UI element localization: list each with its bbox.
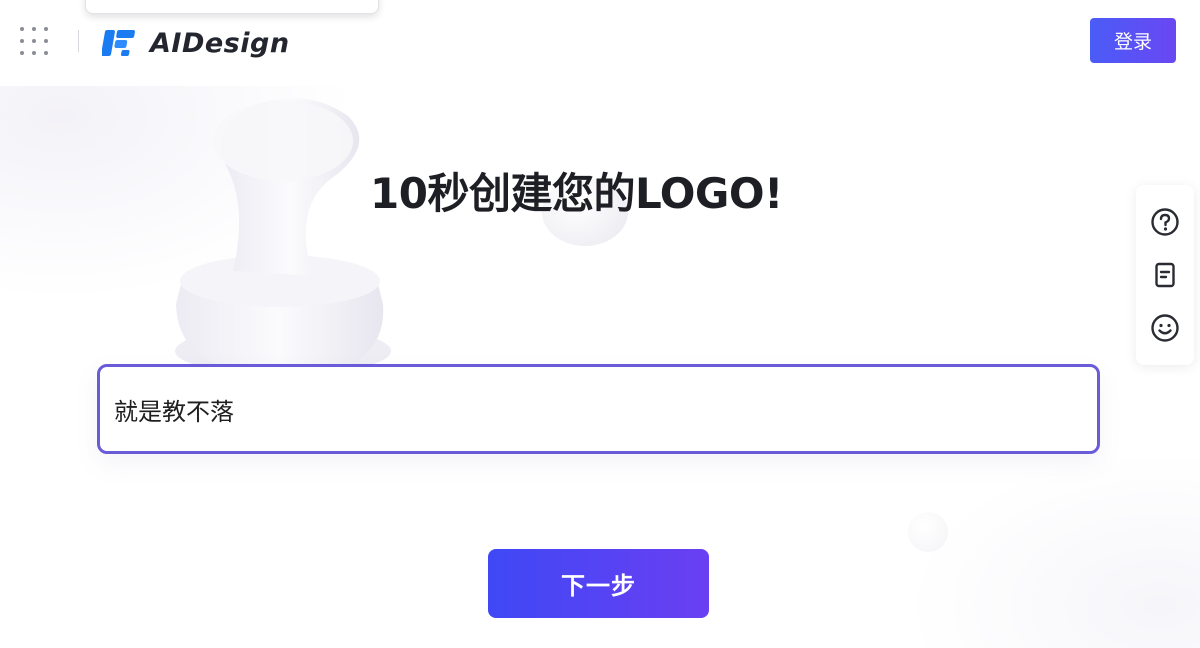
smiley-icon [1151,314,1179,343]
aidesign-logo-icon [102,30,135,56]
customer-service-button[interactable] [1145,308,1185,348]
page-title: 10秒创建您的LOGO! [370,169,783,218]
apps-grid-icon[interactable] [20,27,48,55]
floating-side-toolbar [1136,185,1194,365]
next-step-button[interactable]: 下一步 [488,549,709,618]
help-circle-icon [1151,207,1179,236]
brand-name: AIDesign [150,27,290,59]
header-divider [78,30,79,52]
dropdown-popover [85,0,379,14]
brand-logo[interactable]: AIDesign [102,25,290,61]
login-button[interactable]: 登录 [1090,18,1176,63]
clipboard-icon [1155,262,1175,288]
stamp-illustration [175,98,391,376]
decorative-sphere-small [908,512,948,552]
help-button[interactable] [1145,202,1185,242]
brand-name-input[interactable] [97,364,1100,454]
feedback-button[interactable] [1145,255,1185,295]
